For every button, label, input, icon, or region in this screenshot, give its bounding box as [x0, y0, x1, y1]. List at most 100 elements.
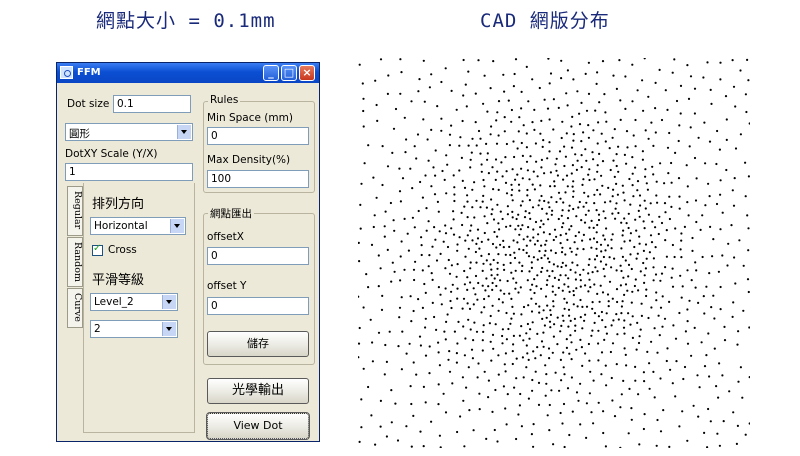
screen-dot [501, 217, 504, 221]
screen-dot [539, 184, 542, 187]
screen-dot [661, 325, 664, 328]
screen-dot [595, 231, 598, 234]
screen-dot [610, 238, 613, 241]
screen-dot [448, 350, 451, 353]
tab-regular[interactable]: Regular [67, 186, 83, 236]
screen-dot [566, 69, 569, 72]
screen-dot [495, 142, 499, 145]
screen-dot [491, 304, 494, 307]
screen-dot [478, 247, 481, 250]
screen-dot [519, 392, 522, 396]
offset-x-input[interactable]: 0 [207, 247, 309, 265]
tab-random[interactable]: Random [67, 237, 83, 287]
screen-dot [485, 142, 488, 145]
screen-dot [530, 297, 533, 300]
title-bar[interactable]: FFM _ □ × [57, 63, 319, 83]
screen-dot [572, 139, 575, 142]
screen-dot [534, 357, 537, 360]
screen-dot [496, 440, 499, 443]
screen-dot [428, 372, 431, 375]
screen-dot [588, 168, 591, 171]
screen-dot [572, 195, 575, 198]
shape-select[interactable]: 圓形 [65, 123, 193, 141]
screen-dot [725, 138, 728, 141]
screen-dot [474, 250, 477, 254]
screen-dot [683, 225, 686, 228]
screen-dot [512, 277, 515, 280]
screen-dot [548, 141, 551, 144]
screen-dot [531, 78, 534, 81]
screen-dot [611, 297, 614, 300]
screen-dot [593, 312, 597, 315]
level-select[interactable]: Level_2 [90, 293, 178, 311]
screen-dot [707, 182, 710, 185]
min-space-input[interactable]: 0 [207, 127, 309, 145]
screen-dot [611, 212, 614, 215]
screen-dot [521, 154, 524, 157]
screen-dot [471, 357, 474, 360]
screen-dot [643, 274, 646, 277]
cross-checkbox[interactable] [92, 243, 103, 256]
screen-dot [542, 139, 545, 142]
screen-dot [657, 314, 660, 317]
screen-dot [529, 239, 532, 242]
minimize-icon[interactable]: _ [263, 65, 279, 81]
screen-dot [545, 316, 548, 319]
left-heading: 網點大小 = 0.1mm [96, 10, 276, 32]
screen-dot [412, 309, 415, 313]
screen-dot [555, 157, 558, 160]
screen-dot [746, 58, 749, 61]
screen-dot [552, 263, 555, 266]
screen-dot [448, 272, 452, 275]
screen-dot [564, 264, 568, 267]
screen-dot [542, 331, 545, 334]
screen-dot [686, 185, 689, 188]
screen-dot [605, 263, 608, 266]
screen-dot [612, 159, 615, 162]
screen-dot [504, 407, 507, 410]
chevron-down-icon[interactable] [162, 295, 176, 309]
screen-dot [600, 174, 603, 177]
screen-dot [428, 345, 431, 348]
screen-dot [642, 427, 645, 431]
screen-dot [469, 328, 472, 331]
screen-dot [560, 77, 563, 80]
screen-dot [686, 269, 689, 272]
screen-dot [401, 330, 404, 333]
dot-size-input[interactable]: 0.1 [113, 95, 191, 113]
screen-dot [411, 187, 414, 190]
screen-dot [652, 370, 655, 373]
screen-dot [434, 149, 437, 152]
tab-curve[interactable]: Curve [67, 288, 83, 328]
screen-dot [388, 330, 391, 333]
level2-select[interactable]: 2 [90, 320, 178, 338]
screen-dot [394, 402, 397, 405]
chevron-down-icon[interactable] [162, 322, 176, 336]
view-dot-button[interactable]: View Dot [206, 412, 310, 440]
screen-dot [447, 358, 450, 361]
screen-dot [571, 410, 574, 413]
screen-dot [592, 158, 595, 161]
screen-dot [617, 318, 620, 321]
save-button[interactable]: 儲存 [207, 331, 309, 357]
screen-dot [390, 280, 393, 283]
screen-dot [511, 362, 514, 366]
screen-dot [548, 150, 551, 153]
dotxy-scale-input[interactable]: 1 [65, 163, 193, 181]
chevron-down-icon[interactable] [177, 125, 191, 139]
maximize-icon[interactable]: □ [281, 65, 297, 81]
offset-y-input[interactable]: 0 [207, 297, 309, 315]
screen-dot [555, 235, 558, 238]
screen-dot [396, 439, 400, 442]
arrangement-select[interactable]: Horizontal [90, 217, 186, 235]
chevron-down-icon[interactable] [170, 219, 184, 233]
level-select-value: Level_2 [94, 296, 134, 308]
screen-dot [431, 301, 434, 304]
screen-dot [577, 231, 581, 234]
screen-dot [422, 445, 425, 448]
screen-dot [540, 119, 543, 122]
optical-output-button[interactable]: 光學輸出 [207, 378, 309, 404]
max-density-input[interactable]: 100 [207, 170, 309, 188]
screen-dot [466, 276, 469, 279]
close-icon[interactable]: × [299, 65, 315, 81]
